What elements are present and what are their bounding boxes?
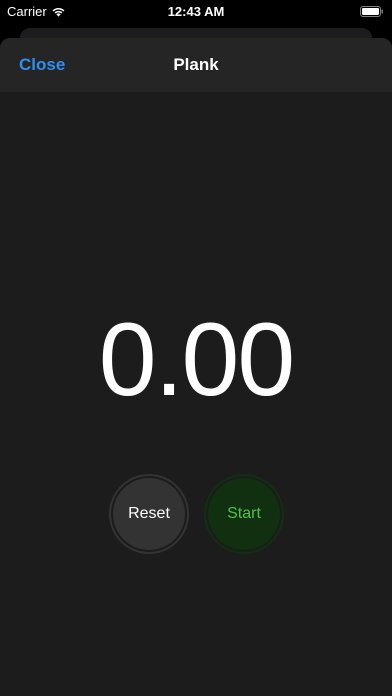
timer-sheet: Close Plank 0.00 Reset Start [0,38,392,696]
battery-icon [360,6,383,17]
status-time: 12:43 AM [167,4,225,19]
nav-bar: Close Plank [0,38,392,92]
reset-button[interactable]: Reset [113,478,185,550]
status-bar: Carrier 12:43 AM [0,0,392,24]
nav-title: Plank [173,55,219,74]
app-screen: Carrier 12:43 AM Close Plank 0.00 Reset … [0,0,392,696]
start-button[interactable]: Start [208,478,280,550]
timer-display: 0.00 [98,302,295,418]
